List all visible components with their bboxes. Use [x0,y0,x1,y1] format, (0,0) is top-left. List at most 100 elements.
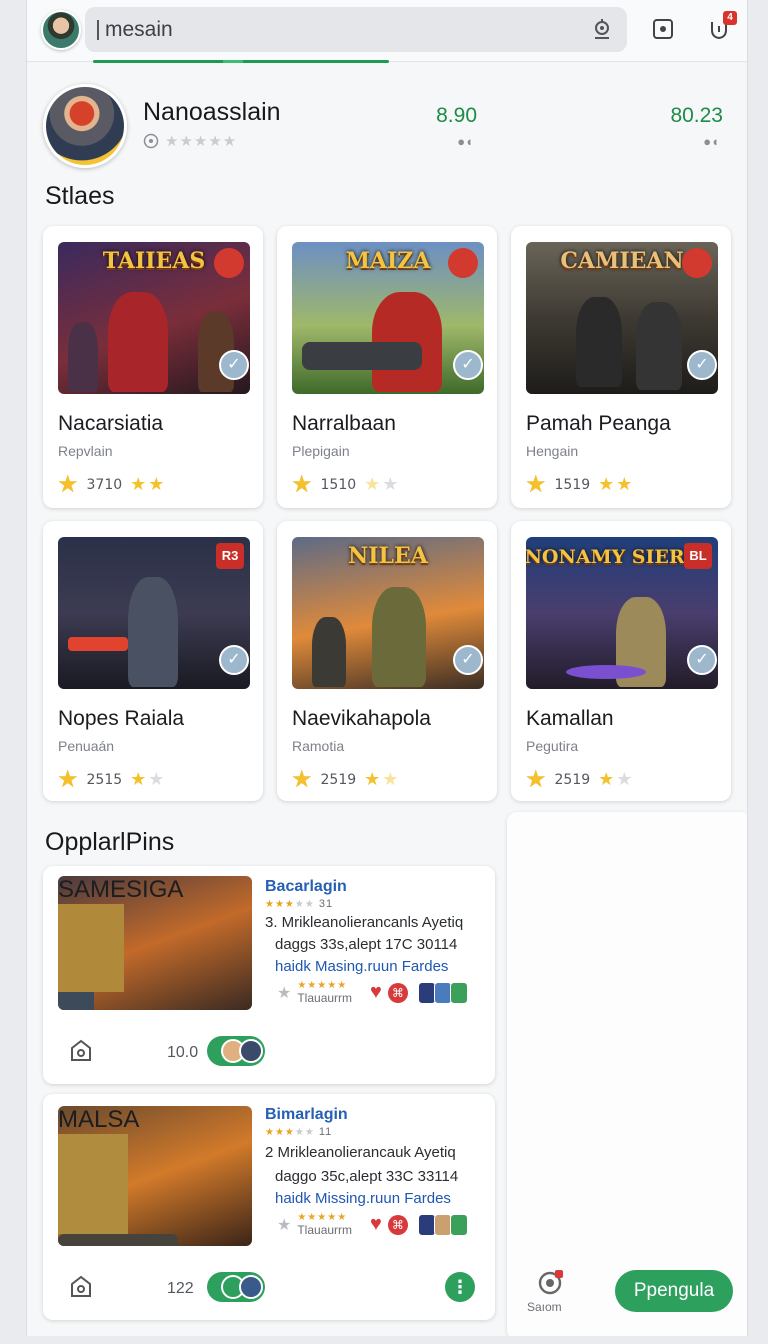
section-accent-bar [26,184,27,416]
star-icon: ★ [525,766,547,793]
popular-thumbnail: SAMESIGA BL [58,876,252,1010]
popular-title: OpplarlPins [45,828,175,856]
meta-label: Tlauaurrm [297,1223,353,1237]
game-card[interactable]: MAIZA ✓ Narralbaan Plepigain ★ 1510 ★★ [277,226,497,508]
home-icon[interactable] [67,1036,95,1064]
search-bar[interactable] [85,7,627,52]
popular-link[interactable]: haidk Missing.ruun Fardes [275,1190,451,1207]
game-subtitle: Plepigain [292,443,350,459]
game-card[interactable]: TAIIEAS ✓ Nacarsiatia Repvlain ★ 3710 ★★ [43,226,263,508]
rating-stars: ★★ [130,769,167,789]
popular-meta: ★ ★★★★★ Tlauaurrm ♥ ⌘ [277,980,468,1005]
popular-meta: ★ ★★★★★ Tlauaurrm ♥ ⌘ [277,1212,468,1237]
mini-stars: ★★★★★ [297,980,348,991]
home-icon[interactable] [67,1272,95,1300]
game-card[interactable]: NONAMY SIERA BL ✓ Kamallan Pegutira ★ 25… [511,521,731,801]
game-name: Nacarsiatia [58,412,164,435]
panel-label: Saıom [527,1300,562,1314]
profile-name: Nanoasslain [143,98,281,126]
players-avatars[interactable] [207,1272,265,1302]
game-corner-tag: BL [684,543,712,569]
app-window: 4 Nanoasslain ★★★★★ 8.90 ●◖ 80.23 ●◖ Stl… [26,0,748,1336]
stat-icon-2: ●◖ [703,134,719,149]
rating-count: 2519 [320,771,357,788]
players-avatars[interactable] [207,1036,265,1066]
primary-action-button[interactable]: Ppengula [615,1270,733,1312]
heart-icon[interactable]: ♥ [370,1213,382,1236]
robot-icon[interactable] [591,18,613,40]
popular-card[interactable]: MALSA E5 Bimarlagin ★★★★★11 2 Mrikleanol… [43,1094,495,1320]
rating-count: 1510 [320,476,357,493]
live-indicator [682,248,712,278]
game-corner-tag: R3 [216,543,244,569]
rating-count: 2515 [86,771,123,788]
popular-link[interactable]: haidk Masing.ruun Fardes [275,958,448,975]
game-card[interactable]: R3 ✓ Nopes Raiala Penuaán ★ 2515 ★★ [43,521,263,801]
player-faces [417,1213,468,1236]
search-input[interactable] [105,17,545,42]
player-faces [417,981,468,1004]
check-icon[interactable]: ✓ [687,350,717,380]
like-icon[interactable]: ⌘ [387,1214,408,1235]
game-subtitle: Hengain [526,443,579,459]
rating-stars: ★★ [598,769,635,789]
star-icon: ★ [525,471,547,498]
load-progress-bar [93,60,389,63]
stages-title: Stlaes [45,182,115,210]
stat-value-1: 8.90 [436,104,477,127]
popular-desc-line-1: 3. Mrikleanolierancanls Ayetiq [265,914,464,931]
profile-stars: ★★★★★ [165,133,238,150]
check-icon[interactable]: ✓ [687,645,717,675]
rating-stars: ★★ [130,474,167,494]
rating-count: 2519 [554,771,591,788]
popular-star-count: 31 [318,898,334,910]
rating-stars: ★★ [598,474,635,494]
popular-star-count: 11 [318,1126,333,1138]
text-cursor [97,19,99,40]
profile-avatar[interactable] [43,84,127,168]
game-rating: ★ 2519 ★★ [525,765,634,794]
star-icon: ★ [277,1216,292,1234]
popular-card[interactable]: SAMESIGA BL Bacarlagin ★★★★★31 3. Mrikle… [43,866,495,1084]
game-subtitle: Penuaán [58,738,115,754]
top-bar: 4 [27,0,747,63]
notification-badge: 4 [723,11,737,25]
user-avatar[interactable] [41,10,81,50]
heart-icon[interactable]: ♥ [370,981,382,1004]
popular-art-title: MALSA [58,1106,140,1133]
popular-stars: ★★★★★ 11 [265,1126,333,1138]
live-indicator [214,248,244,278]
like-icon[interactable]: ⌘ [387,982,408,1003]
game-rating: ★ 2515 ★★ [57,765,166,794]
game-rating: ★ 3710 ★★ [57,470,166,499]
check-icon[interactable]: ✓ [219,350,249,380]
check-icon[interactable]: ✓ [219,645,249,675]
right-panel: Saıom Ppengula [507,812,747,1336]
game-card[interactable]: CAMIEAN ✓ Pamah Peanga Hengain ★ 1519 ★★ [511,226,731,508]
game-art-title: NILEA [348,543,428,569]
game-name: Nopes Raiala [58,707,185,730]
check-icon[interactable]: ✓ [453,645,483,675]
popular-title-link[interactable]: Bacarlagin [265,878,347,896]
game-card[interactable]: NILEA ✓ Naevikahapola Ramotia ★ 2519 ★★ [277,521,497,801]
profile-rating: ★★★★★ [143,132,237,150]
record-icon[interactable] [651,17,675,41]
popular-count: 122 [167,1280,194,1297]
popular-desc-line-2: daggs 33s,alept 17C 30114 [275,936,458,953]
game-name: Naevikahapola [292,707,431,730]
game-subtitle: Pegutira [526,738,579,754]
game-name: Pamah Peanga [526,412,671,435]
game-rating: ★ 1510 ★★ [291,470,400,499]
mini-stars: ★★★★★ [297,1212,348,1223]
rating-count: 3710 [86,476,123,493]
target-icon[interactable] [537,1268,565,1296]
live-indicator [448,248,478,278]
more-options-button[interactable]: ⋮ [445,1272,475,1302]
popular-stars: ★★★★★ 31 [265,898,334,910]
popular-desc-line-2: daggo 35c,alept 33C 33114 [275,1168,459,1185]
popular-title-link[interactable]: Bimarlagin [265,1106,348,1124]
popular-count: 10.0 [167,1044,199,1061]
game-subtitle: Repvlain [58,443,113,459]
check-icon[interactable]: ✓ [453,350,483,380]
notifications-button[interactable]: 4 [707,11,737,41]
